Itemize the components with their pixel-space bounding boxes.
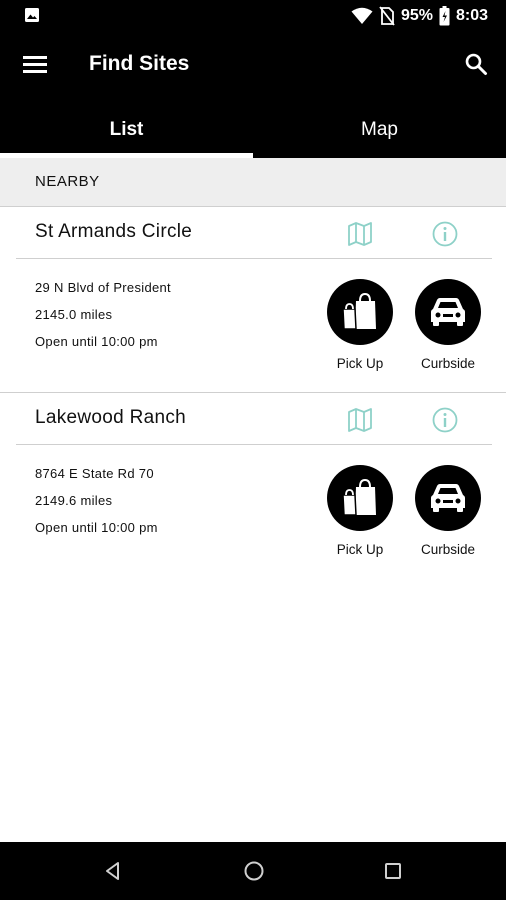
tab-map[interactable]: Map [253,116,506,156]
menu-button[interactable] [20,50,50,78]
battery-icon [439,6,450,26]
shopping-bag-icon [342,292,376,330]
pickup-label: Pick Up [336,356,384,371]
search-icon [465,53,487,75]
site-info-button[interactable] [431,220,459,248]
tab-list[interactable]: List [0,116,253,156]
curbside-button[interactable] [415,279,481,345]
section-title: NEARBY [35,173,100,190]
search-button[interactable] [462,50,490,78]
system-nav-bar [0,842,506,900]
wifi-icon [351,7,373,24]
pickup-button[interactable] [327,279,393,345]
map-icon [348,408,372,432]
site-name: St Armands Circle [35,221,193,242]
site-name: Lakewood Ranch [35,407,187,428]
curbside-label: Curbside [420,542,476,557]
site-hours: Open until 10:00 pm [35,334,158,349]
home-icon [244,861,264,881]
recent-apps-button[interactable] [381,859,405,883]
car-icon [431,484,465,512]
back-icon [106,862,119,880]
curbside-button[interactable] [415,465,481,531]
site-map-button[interactable] [346,220,374,248]
divider [0,392,506,393]
site-card[interactable]: Lakewood Ranch 8764 E State Rd 70 2149.6… [0,394,506,580]
pickup-button[interactable] [327,465,393,531]
gallery-icon [25,8,39,22]
clock: 8:03 [455,7,488,24]
divider [16,444,492,445]
app-bar: Find Sites List Map [0,32,506,158]
page-title: Find Sites [89,52,190,75]
divider [16,258,492,259]
map-icon [348,222,372,246]
car-icon [431,298,465,326]
site-address: 29 N Blvd of President [35,280,171,295]
site-info-button[interactable] [431,406,459,434]
site-distance: 2145.0 miles [35,307,113,322]
recent-apps-icon [385,863,401,879]
site-card[interactable]: St Armands Circle 29 N Blvd of President… [0,208,506,394]
back-button[interactable] [101,859,125,883]
home-button[interactable] [242,859,266,883]
curbside-label: Curbside [420,356,476,371]
status-bar: 95% 8:03 [0,0,506,32]
site-map-button[interactable] [346,406,374,434]
shopping-bag-icon [342,478,376,516]
hamburger-menu-icon [23,56,47,73]
info-icon [432,407,458,433]
info-icon [432,221,458,247]
pickup-label: Pick Up [336,542,384,557]
site-hours: Open until 10:00 pm [35,520,158,535]
battery-percent: 95% [400,7,433,24]
site-distance: 2149.6 miles [35,493,113,508]
no-sim-icon [379,6,395,26]
site-address: 8764 E State Rd 70 [35,466,154,481]
section-header: NEARBY [0,158,506,207]
